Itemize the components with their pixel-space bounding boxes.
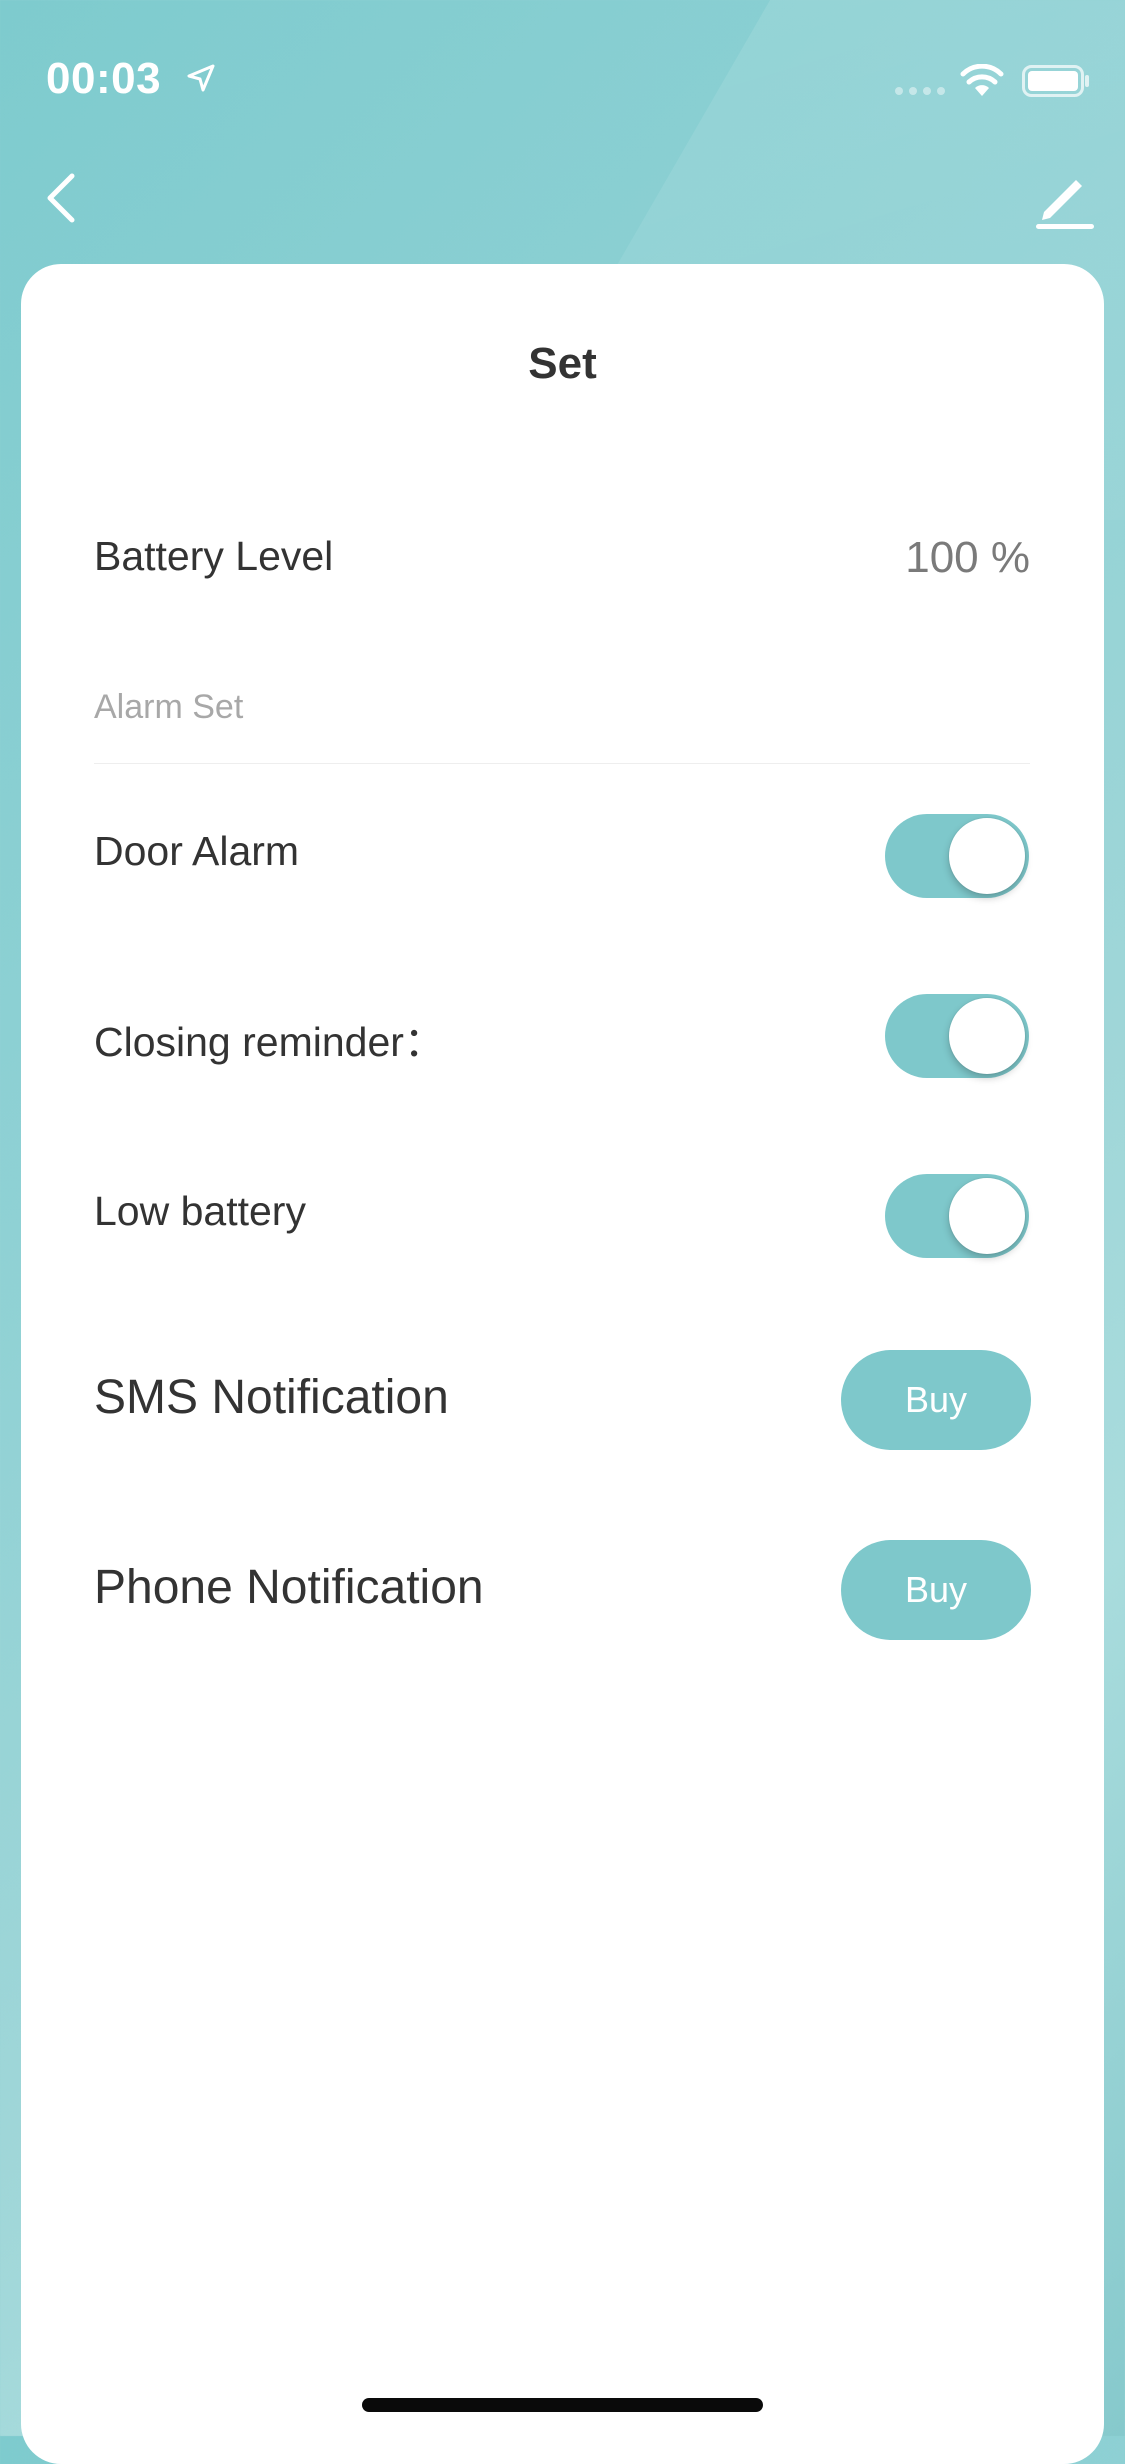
sms-buy-button[interactable]: Buy: [841, 1350, 1031, 1450]
closing-reminder-toggle[interactable]: [885, 994, 1029, 1078]
toggle-knob: [949, 1178, 1025, 1254]
wifi-icon: [960, 64, 1004, 96]
status-bar: 00:03: [0, 0, 1125, 150]
home-indicator[interactable]: [362, 2398, 763, 2412]
closing-reminder-label: Closing reminder：: [94, 1019, 445, 1065]
chevron-left-icon: [47, 173, 75, 223]
phone-notification-label: Phone Notification: [94, 1561, 484, 1614]
toggle-knob: [949, 818, 1025, 894]
battery-level-value: 100 %: [905, 533, 1030, 582]
sms-notification-label: SMS Notification: [94, 1371, 449, 1424]
phone-buy-button[interactable]: Buy: [841, 1540, 1031, 1640]
edit-button[interactable]: [1030, 166, 1100, 236]
page-title: Set: [528, 339, 597, 388]
cellular-signal-icon: [895, 87, 945, 95]
door-alarm-label: Door Alarm: [94, 828, 300, 874]
toggle-knob: [949, 998, 1025, 1074]
pencil-icon: [1036, 180, 1094, 229]
low-battery-toggle[interactable]: [885, 1174, 1029, 1258]
door-alarm-toggle[interactable]: [885, 814, 1029, 898]
status-time: 00:03: [46, 54, 162, 103]
section-divider: [94, 763, 1030, 764]
back-button[interactable]: [36, 160, 96, 236]
location-arrow-icon: [187, 64, 215, 92]
battery-level-label: Battery Level: [94, 533, 334, 579]
battery-icon: [1022, 65, 1089, 97]
alarm-section-header: Alarm Set: [94, 688, 244, 726]
low-battery-label: Low battery: [94, 1188, 306, 1234]
